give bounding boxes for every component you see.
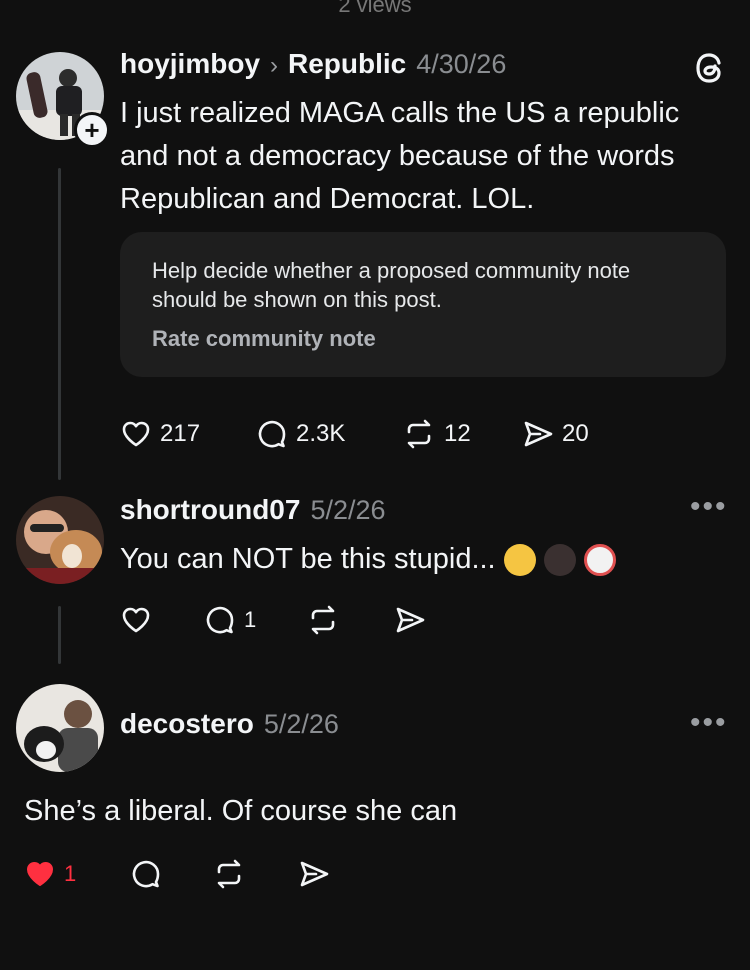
thread-line — [58, 168, 61, 480]
comment-icon — [204, 604, 236, 636]
note-text-line: should be shown on this post. — [152, 287, 442, 312]
community-note-text: Help decide whether a proposed community… — [152, 256, 630, 314]
post-header: hoyjimboy › Republic 4/30/26 — [120, 48, 506, 80]
post-text-line: and not a democracy because of the words — [120, 140, 675, 172]
avatar-shortround07[interactable] — [16, 496, 104, 584]
repost-count: 12 — [444, 420, 471, 447]
send-icon — [298, 858, 330, 890]
post-username[interactable]: hoyjimboy — [120, 48, 260, 80]
comment-icon — [130, 858, 162, 890]
reply-date: 5/2/26 — [263, 709, 339, 739]
like-button[interactable]: 217 — [120, 418, 200, 450]
reply-date: 5/2/26 — [310, 495, 386, 525]
reply-button[interactable] — [130, 858, 162, 890]
views-count: 2 views — [338, 0, 412, 17]
reply-count: 2.3K — [296, 420, 346, 447]
avatar-decostero[interactable] — [16, 684, 104, 772]
reply-username[interactable]: decostero — [120, 708, 254, 740]
heart-icon — [120, 418, 152, 450]
like-count: 217 — [160, 420, 201, 447]
more-options-icon[interactable]: ••• — [690, 706, 728, 740]
reply-button[interactable]: 2.3K — [256, 418, 345, 450]
post-date: 4/30/26 — [416, 49, 507, 79]
reply-username[interactable]: shortround07 — [120, 494, 300, 526]
reply-button[interactable]: 1 — [204, 604, 256, 636]
like-count: 1 — [64, 861, 77, 886]
like-button[interactable]: 1 — [24, 858, 76, 890]
share-button[interactable]: 20 — [522, 418, 589, 450]
follow-plus-button[interactable]: + — [74, 112, 110, 148]
community-note-card[interactable]: Help decide whether a proposed community… — [120, 232, 726, 377]
repost-icon — [212, 858, 246, 890]
heart-filled-icon — [24, 858, 56, 890]
send-icon — [394, 604, 426, 636]
reply-text: You can NOT be this stupid... — [120, 543, 496, 575]
threads-logo-icon — [692, 50, 728, 86]
post-body: I just realized MAGA calls the US a repu… — [120, 92, 679, 221]
thread-line — [58, 606, 61, 664]
heart-icon — [120, 604, 152, 636]
reply-count: 1 — [244, 607, 257, 632]
reply-body: You can NOT be this stupid... — [120, 538, 616, 581]
send-icon — [522, 418, 554, 450]
rate-community-note-link[interactable]: Rate community note — [152, 326, 376, 352]
repost-button[interactable]: 12 — [402, 418, 471, 450]
repost-button[interactable] — [306, 604, 340, 636]
share-button[interactable] — [298, 858, 330, 890]
repost-icon — [402, 418, 436, 450]
comment-icon — [256, 418, 288, 450]
reply-header: shortround07 5/2/26 — [120, 494, 386, 526]
eye-roll-emoji-icon — [503, 544, 536, 577]
post-text-line: Republican and Democrat. LOL. — [120, 183, 535, 215]
community-link[interactable]: Republic — [288, 48, 406, 80]
clown-emoji-icon — [583, 544, 616, 577]
reply-text: She’s a liberal. Of course she can — [24, 795, 458, 827]
note-text-line: Help decide whether a proposed community… — [152, 258, 631, 283]
facepalm-emoji-icon — [543, 544, 576, 577]
reply-header: decostero 5/2/26 — [120, 708, 339, 740]
share-button[interactable] — [394, 604, 426, 636]
like-button[interactable] — [120, 604, 152, 636]
post-text-line: I just realized MAGA calls the US a repu… — [120, 97, 680, 129]
share-count: 20 — [562, 420, 589, 447]
repost-icon — [306, 604, 340, 636]
repost-button[interactable] — [212, 858, 246, 890]
more-options-icon[interactable]: ••• — [690, 490, 728, 524]
chevron-right-icon: › — [270, 52, 279, 79]
